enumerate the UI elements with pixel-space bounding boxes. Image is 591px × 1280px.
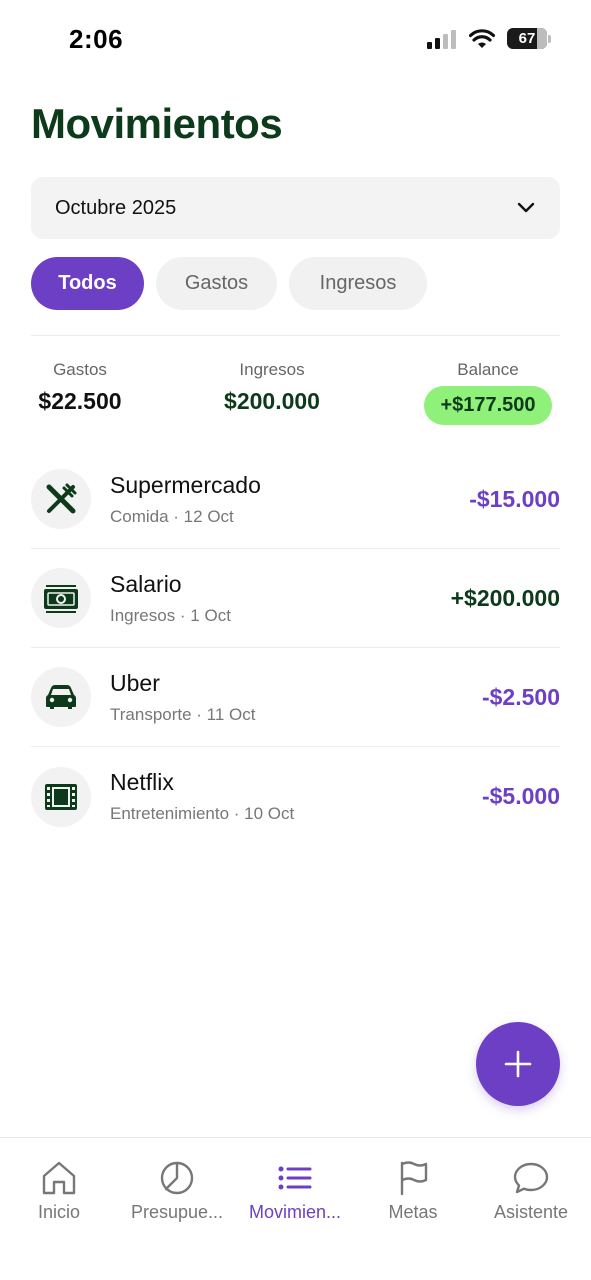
chat-icon	[513, 1162, 549, 1194]
bottom-tab-bar: Inicio Presupue... Movimien... Metas Asi…	[0, 1137, 591, 1280]
filter-ingresos[interactable]: Ingresos	[289, 257, 427, 310]
transaction-name: Supermercado	[110, 471, 261, 498]
page-title: Movimientos	[31, 100, 283, 147]
signal-icon	[427, 29, 456, 49]
plus-icon	[504, 1050, 532, 1078]
transaction-row[interactable]: Netflix Entretenimiento · 10 Oct -$5.000	[31, 747, 560, 846]
flag-icon	[400, 1161, 428, 1196]
transaction-row[interactable]: Supermercado Comida · 12 Oct -$15.000	[31, 450, 560, 549]
summary-ingresos-label: Ingresos	[239, 360, 305, 379]
transaction-amount: -$5.000	[481, 783, 560, 809]
chevron-down-icon	[517, 202, 535, 213]
filter-chips: Todos Gastos Ingresos	[31, 257, 427, 310]
tab-label: Metas	[388, 1202, 438, 1222]
battery-level: 67	[518, 30, 536, 47]
transaction-row[interactable]: Uber Transporte · 11 Oct -$2.500	[31, 648, 560, 747]
summary-gastos-value: $22.500	[38, 388, 122, 414]
summary-gastos: Gastos $22.500	[31, 360, 129, 415]
utensils-icon	[31, 469, 91, 529]
summary-ingresos: Ingresos $200.000	[212, 360, 332, 415]
summary-ingresos-value: $200.000	[224, 388, 320, 414]
summary-balance: Balance +$177.500	[416, 360, 560, 425]
status-icons: 67	[427, 28, 551, 49]
wifi-icon	[469, 28, 495, 48]
month-selector[interactable]: Octubre 2025	[31, 177, 560, 239]
list-icon	[278, 1166, 312, 1190]
transaction-name: Salario	[110, 570, 182, 597]
filter-todos[interactable]: Todos	[31, 257, 144, 310]
tab-asistente[interactable]: Asistente	[472, 1160, 590, 1223]
tab-inicio[interactable]: Inicio	[0, 1160, 118, 1223]
status-bar: 2:06 67	[0, 0, 591, 80]
film-icon	[31, 766, 91, 827]
transaction-row[interactable]: Salario Ingresos · 1 Oct +$200.000	[31, 549, 560, 648]
home-icon	[42, 1161, 76, 1195]
pie-chart-icon	[160, 1161, 194, 1195]
transaction-meta: Comida · 12 Oct	[110, 506, 234, 526]
divider	[31, 335, 560, 336]
transaction-name: Netflix	[110, 769, 174, 795]
transaction-amount: -$2.500	[481, 683, 560, 710]
transaction-list: Supermercado Comida · 12 Oct -$15.000 Sa…	[31, 450, 560, 846]
balance-badge: +$177.500	[424, 386, 552, 425]
summary-balance-label: Balance	[457, 360, 519, 379]
month-selector-value: Octubre 2025	[55, 196, 177, 219]
transaction-meta: Transporte · 11 Oct	[110, 704, 256, 724]
add-transaction-button[interactable]	[476, 1022, 560, 1106]
summary: Gastos $22.500 Ingresos $200.000 Balance…	[31, 360, 560, 430]
tab-presupuestos[interactable]: Presupue...	[118, 1160, 236, 1223]
tab-movimientos[interactable]: Movimien...	[236, 1160, 354, 1223]
tab-metas[interactable]: Metas	[354, 1160, 472, 1223]
transaction-amount: +$200.000	[450, 584, 560, 611]
battery-icon: 67	[507, 28, 551, 49]
tab-label: Asistente	[493, 1202, 569, 1222]
car-icon	[31, 667, 91, 727]
transaction-name: Uber	[110, 669, 160, 696]
money-icon	[31, 568, 91, 628]
tab-label: Presupue...	[130, 1202, 224, 1222]
tab-label: Movimien...	[248, 1202, 342, 1222]
summary-gastos-label: Gastos	[53, 360, 107, 379]
transaction-meta: Entretenimiento · 10 Oct	[110, 804, 295, 823]
transaction-amount: -$15.000	[469, 485, 560, 512]
transaction-meta: Ingresos · 1 Oct	[110, 605, 231, 625]
status-time: 2:06	[69, 24, 124, 54]
tab-label: Inicio	[37, 1202, 81, 1222]
filter-gastos[interactable]: Gastos	[156, 257, 277, 310]
